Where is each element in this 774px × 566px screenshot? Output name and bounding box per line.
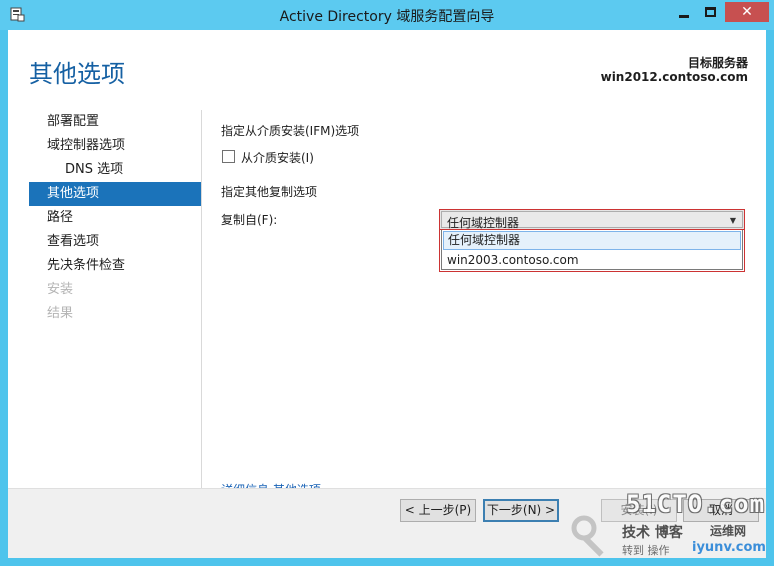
nav-item-paths[interactable]: 路径 (29, 206, 201, 230)
page-title: 其他选项 (29, 60, 125, 88)
watermark-tech-blog: 技术 博客 (622, 525, 683, 541)
title-bar[interactable]: Active Directory 域服务配置向导 ✕ (0, 0, 774, 30)
nav-item-deployment[interactable]: 部署配置 (29, 110, 201, 134)
nav-item-additional-options[interactable]: 其他选项 (29, 182, 201, 206)
maximize-button[interactable] (698, 2, 724, 22)
watermark-site: iyunv.com (692, 540, 766, 555)
close-icon: ✕ (741, 4, 753, 20)
ifm-section-heading: 指定从介质安装(IFM)选项 (221, 124, 360, 138)
key-icon (571, 515, 604, 557)
wizard-window: Active Directory 域服务配置向导 ✕ 其他选项 目标服务器 wi… (0, 0, 774, 566)
window-title: Active Directory 域服务配置向导 (279, 9, 495, 25)
close-button[interactable]: ✕ (725, 2, 769, 22)
watermark-51cto: 51CTO.com (626, 490, 766, 518)
ifm-checkbox-label[interactable]: 从介质安装(I) (241, 149, 314, 166)
nav-divider (201, 110, 202, 496)
dropdown-list: 任何域控制器 win2003.contoso.com (441, 230, 743, 270)
nav-item-review[interactable]: 查看选项 (29, 230, 201, 254)
replication-section-heading: 指定其他复制选项 (221, 185, 318, 199)
replicate-from-combobox[interactable]: 任何域控制器 ▼ (439, 209, 745, 230)
dropdown-option-any-dc[interactable]: 任何域控制器 (443, 231, 741, 250)
nav-item-results: 结果 (47, 306, 74, 321)
maximize-icon (705, 7, 716, 17)
nav-item-prereq[interactable]: 先决条件检查 (29, 254, 201, 278)
minimize-icon (679, 15, 689, 18)
watermark-small: 转到 操作 (622, 544, 670, 557)
nav-item-dc-options[interactable]: 域控制器选项 (29, 134, 201, 158)
ifm-checkbox[interactable] (222, 150, 235, 163)
combobox-field[interactable]: 任何域控制器 ▼ (441, 211, 743, 230)
next-button[interactable]: 下一步(N) > (483, 499, 559, 522)
wizard-body: 其他选项 目标服务器 win2012.contoso.com 部署配置 域控制器… (8, 30, 766, 558)
chevron-down-icon[interactable]: ▼ (726, 213, 740, 228)
watermark-extra: 运维网 (710, 524, 747, 538)
previous-button[interactable]: < 上一步(P) (400, 499, 476, 522)
nav-item-dns-options[interactable]: DNS 选项 (29, 158, 201, 182)
wizard-nav: 部署配置 域控制器选项 DNS 选项 其他选项 路径 查看选项 先决条件检查 安… (29, 110, 201, 326)
watermark: 51CTO.com 技术 博客 转到 操作 iyunv.com 运维网 (560, 490, 774, 566)
nav-item-install: 安装 (47, 282, 74, 297)
dropdown-option-win2003[interactable]: win2003.contoso.com (443, 251, 741, 270)
replicate-from-dropdown: 任何域控制器 win2003.contoso.com (439, 229, 745, 272)
target-server-label: 目标服务器 (687, 56, 748, 70)
minimize-button[interactable] (671, 2, 697, 22)
target-server-name: win2012.contoso.com (600, 70, 748, 84)
replicate-from-label: 复制自(F): (221, 213, 278, 227)
